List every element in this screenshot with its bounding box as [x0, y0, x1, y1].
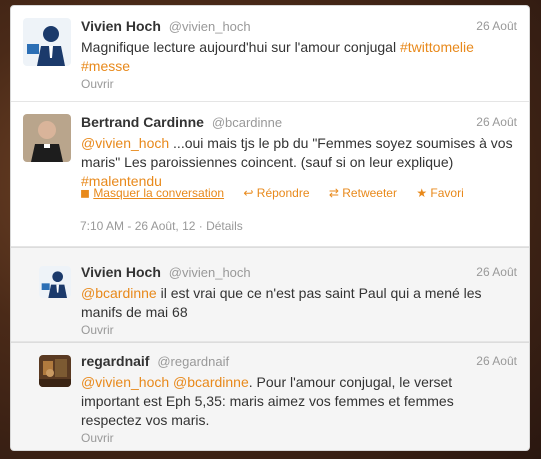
tweet-actions: ◼ Masquer la conversation ↩ Répondre ⇄ R…	[80, 186, 480, 200]
favorite-button[interactable]: ★ Favori	[416, 186, 463, 200]
avatar[interactable]	[39, 355, 71, 387]
tweet-text: Magnifique lecture aujourd'hui sur l'amo…	[81, 39, 474, 74]
reply-button[interactable]: ↩ Répondre	[243, 186, 312, 200]
user-fullname[interactable]: Vivien Hoch	[81, 18, 161, 34]
user-handle[interactable]: @regardnaif	[157, 354, 229, 369]
tweet-text: @bcardinne il est vrai que ce n'est pas …	[81, 285, 482, 320]
mention-link[interactable]: @vivien_hoch	[81, 135, 169, 151]
tweet-text: @vivien_hoch @bcardinne. Pour l'amour co…	[81, 374, 454, 428]
reply-arrow-icon: ↩	[243, 186, 254, 200]
user-fullname[interactable]: Bertrand Cardinne	[81, 114, 204, 130]
retweet-button[interactable]: ⇄ Retweeter	[329, 186, 400, 200]
user-handle[interactable]: @vivien_hoch	[169, 19, 251, 34]
mention-link[interactable]: @bcardinne	[173, 374, 249, 390]
hashtag-link[interactable]: #messe	[81, 58, 130, 74]
user-fullname[interactable]: regardnaif	[81, 353, 149, 369]
tweet-date[interactable]: 26 Août	[476, 19, 517, 33]
conversation-tweet[interactable]: Vivien Hoch @vivien_hoch 26 Août @bcardi…	[11, 247, 529, 342]
mention-link[interactable]: @bcardinne	[81, 285, 157, 301]
avatar[interactable]	[23, 18, 71, 66]
collapse-conversation-link[interactable]: ◼ Masquer la conversation	[80, 186, 227, 200]
tweet-meta[interactable]: 7:10 AM - 26 Août, 12 · Détails	[80, 219, 243, 233]
tweet-text: @vivien_hoch ...oui mais tjs le pb du "F…	[81, 135, 513, 189]
hashtag-link[interactable]: #twittomelie	[400, 39, 474, 55]
user-fullname[interactable]: Vivien Hoch	[81, 264, 161, 280]
tweet-date[interactable]: 26 Août	[476, 115, 517, 129]
star-icon: ★	[416, 186, 428, 200]
retweet-icon: ⇄	[328, 186, 339, 200]
avatar[interactable]	[39, 266, 71, 298]
user-handle[interactable]: @vivien_hoch	[169, 265, 251, 280]
tweet-item[interactable]: Vivien Hoch @vivien_hoch 26 Août Magnifi…	[11, 6, 529, 102]
tweet-date[interactable]: 26 Août	[476, 354, 517, 368]
open-link[interactable]: Ouvrir	[81, 323, 114, 337]
open-link[interactable]: Ouvrir	[81, 431, 114, 445]
mention-link[interactable]: @vivien_hoch	[81, 374, 169, 390]
open-link[interactable]: Ouvrir	[81, 77, 114, 91]
tweet-date[interactable]: 26 Août	[476, 265, 517, 279]
conversation-tweet[interactable]: regardnaif @regardnaif 26 Août @vivien_h…	[11, 342, 529, 450]
avatar[interactable]	[23, 114, 71, 162]
user-handle[interactable]: @bcardinne	[212, 115, 282, 130]
speech-bubble-icon: ◼	[80, 186, 90, 200]
